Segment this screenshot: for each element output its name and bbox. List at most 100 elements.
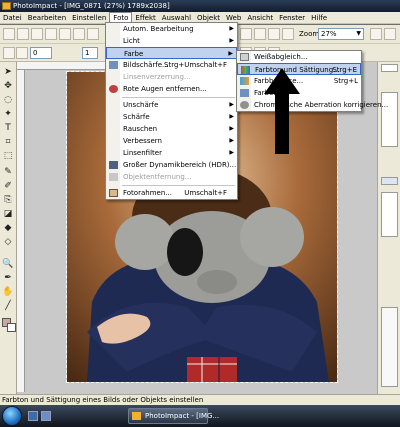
- annotation-arrow-icon: [264, 68, 300, 154]
- submenu-arrow-icon: ▶: [229, 37, 234, 44]
- zoom-select[interactable]: 27% ▼: [318, 28, 364, 40]
- menu-bearbeiten[interactable]: Bearbeiten: [25, 12, 69, 23]
- menu-item-label: Großer Dynamikbereich (HDR)...: [123, 161, 237, 169]
- print-icon[interactable]: [45, 28, 57, 40]
- menu-ansicht[interactable]: Ansicht: [244, 12, 276, 23]
- zoom-value: 27%: [321, 30, 337, 38]
- quicklaunch-switch-icon[interactable]: [41, 411, 51, 421]
- color-icon: [240, 89, 249, 97]
- menu-item-shortcut: Strg+Umschalt+F: [164, 61, 227, 69]
- new-file-icon[interactable]: [3, 28, 15, 40]
- transform-tool-icon[interactable]: ⬚: [2, 150, 14, 162]
- taskbar-button-label: PhotoImpact - [IMG...: [145, 412, 220, 420]
- cut-icon[interactable]: [59, 28, 71, 40]
- menu-item-rote-augen[interactable]: Rote Augen entfernen...: [106, 83, 237, 95]
- menu-item-hdr[interactable]: Großer Dynamikbereich (HDR)...: [106, 159, 237, 171]
- hand-tool-icon[interactable]: ✋: [2, 286, 14, 298]
- spin-field-1-value: 0: [33, 49, 38, 57]
- add-mode-icon[interactable]: [16, 47, 28, 59]
- pick-tool-icon[interactable]: ✥: [2, 80, 14, 92]
- menu-item-verbessern[interactable]: Verbessern ▶: [106, 135, 237, 147]
- menu-item-label: Schärfe: [123, 113, 150, 121]
- window-title: PhotoImpact - [IMG_0871 (27%) 1789x2038]: [13, 2, 170, 10]
- menu-item-label: Objektentfernung...: [123, 173, 192, 181]
- magic-wand-icon[interactable]: ✦: [2, 108, 14, 120]
- open-file-icon[interactable]: [17, 28, 29, 40]
- background-color-swatch[interactable]: [7, 323, 16, 332]
- full-screen-icon[interactable]: [384, 28, 396, 40]
- menu-item-linsenfilter[interactable]: Linsenfilter ▶: [106, 147, 237, 159]
- menu-einstellen[interactable]: Einstellen: [69, 12, 109, 23]
- menu-item-objektentfernung[interactable]: Objektentfernung...: [106, 171, 237, 183]
- status-bar: Farbton und Sättigung eines Bilds oder O…: [0, 394, 400, 405]
- menu-item-autom-bearbeitung[interactable]: Autom. Bearbeitung ▶: [106, 23, 237, 35]
- menu-fenster[interactable]: Fenster: [276, 12, 308, 23]
- crop-tool-icon[interactable]: ⌗: [2, 136, 14, 148]
- hue-saturation-icon: [241, 66, 250, 74]
- chromatic-aberration-icon: [240, 101, 249, 109]
- submenu-arrow-icon: ▶: [229, 101, 234, 108]
- object-removal-icon: [109, 173, 118, 181]
- quicklaunch-desktop-icon[interactable]: [28, 411, 38, 421]
- menu-item-label: Rote Augen entfernen...: [123, 85, 207, 93]
- retouch-tool-icon[interactable]: ✐: [2, 180, 14, 192]
- app-icon: [132, 412, 141, 420]
- right-panel-dock: [377, 62, 400, 394]
- panel-tab-2[interactable]: [381, 177, 398, 185]
- paste-icon[interactable]: [87, 28, 99, 40]
- redo-icon[interactable]: [254, 28, 266, 40]
- menu-item-rauschen[interactable]: Rauschen ▶: [106, 123, 237, 135]
- left-ruler: [17, 70, 25, 392]
- selection-mode-icon[interactable]: [3, 47, 15, 59]
- menu-item-farbe[interactable]: Farbe ▶: [106, 47, 237, 59]
- layer-thumbnails-panel[interactable]: [381, 192, 398, 237]
- menu-item-label: Linsenverzerrung...: [123, 73, 191, 81]
- foto-menu: Autom. Bearbeitung ▶ Licht ▶ Farbe ▶ Bildsc…: [105, 22, 238, 200]
- menu-hilfe[interactable]: Hilfe: [308, 12, 330, 23]
- spin-field-2-value: 1: [85, 49, 90, 57]
- menu-item-shortcut: Strg+L: [333, 77, 358, 85]
- menu-item-label: Unschärfe: [123, 101, 159, 109]
- crop-icon[interactable]: [268, 28, 280, 40]
- menu-item-bildschaerfe[interactable]: Bildschärfe... Strg+Umschalt+F: [106, 59, 237, 71]
- shape-tool-icon[interactable]: ◇: [2, 236, 14, 248]
- hdr-icon: [109, 161, 118, 169]
- line-tool-icon[interactable]: ╱: [2, 300, 14, 312]
- navigator-panel[interactable]: [381, 307, 398, 387]
- start-button-icon[interactable]: [2, 406, 22, 426]
- submenu-arrow-icon: ▶: [229, 149, 234, 156]
- title-bar: PhotoImpact - [IMG_0871 (27%) 1789x2038]: [0, 0, 400, 12]
- spin-field-1[interactable]: 0: [30, 47, 52, 59]
- undo-icon[interactable]: [240, 28, 252, 40]
- lasso-tool-icon[interactable]: ◌: [2, 94, 14, 106]
- taskbar: PhotoImpact - [IMG...: [0, 405, 400, 427]
- submenu-arrow-icon: ▶: [229, 125, 234, 132]
- clone-tool-icon[interactable]: ⎘: [2, 194, 14, 206]
- menu-item-unschaerfe[interactable]: Unschärfe ▶: [106, 99, 237, 111]
- eraser-tool-icon[interactable]: ◪: [2, 208, 14, 220]
- menu-item-label: Licht: [123, 37, 140, 45]
- text-tool-icon[interactable]: T: [2, 122, 14, 134]
- panel-tab-1[interactable]: [381, 64, 398, 72]
- taskbar-button-photoimpact[interactable]: PhotoImpact - [IMG...: [128, 408, 219, 424]
- menu-item-linsenverzerrung[interactable]: Linsenverzerrung...: [106, 71, 237, 83]
- menu-item-licht[interactable]: Licht ▶: [106, 35, 237, 47]
- brush-tool-icon[interactable]: ✎: [2, 166, 14, 178]
- spin-field-2[interactable]: 1: [82, 47, 98, 59]
- menu-item-fotorahmen[interactable]: Fotorahmen... Umschalt+F: [106, 187, 237, 199]
- app-icon: [2, 2, 11, 10]
- menu-item-weissabgleich[interactable]: Weißabgleich...: [237, 51, 361, 63]
- menu-item-label: Verbessern: [123, 137, 162, 145]
- color-balance-icon: [240, 77, 249, 85]
- pointer-tool-icon[interactable]: ➤: [2, 66, 14, 78]
- save-icon[interactable]: [31, 28, 43, 40]
- zoom-fit-icon[interactable]: [370, 28, 382, 40]
- fill-tool-icon[interactable]: ◆: [2, 222, 14, 234]
- eyedropper-tool-icon[interactable]: ✒: [2, 272, 14, 284]
- zoom-tool-icon[interactable]: 🔍: [2, 258, 14, 270]
- copy-icon[interactable]: [73, 28, 85, 40]
- menu-item-schaerfe[interactable]: Schärfe ▶: [106, 111, 237, 123]
- layer-icon[interactable]: [282, 28, 294, 40]
- submenu-arrow-icon: ▶: [229, 137, 234, 144]
- menu-datei[interactable]: Datei: [0, 12, 25, 23]
